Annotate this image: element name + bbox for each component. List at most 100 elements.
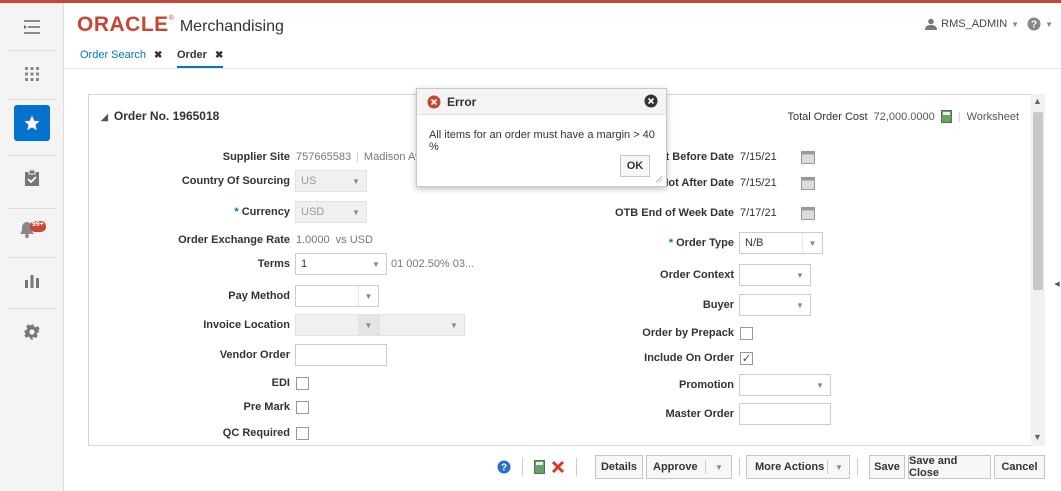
chevron-down-icon[interactable]: ▼ (835, 463, 843, 472)
order-context-label: Order Context (660, 269, 734, 281)
currency-label: * Currency (234, 206, 290, 218)
terms-select[interactable]: 1 ▼ (295, 253, 387, 275)
not-before-value[interactable]: 7/15/21 (740, 151, 777, 163)
details-button[interactable]: Details (595, 455, 643, 479)
buyer-label: Buyer (702, 299, 734, 311)
pre-mark-row: Pre Mark (180, 397, 309, 417)
oracle-logo[interactable]: ORACLE ® Merchandising (77, 13, 284, 37)
svg-text:?: ? (1031, 20, 1037, 31)
approve-button[interactable]: Approve ▼ (646, 455, 732, 479)
calendar-icon[interactable] (800, 206, 815, 220)
exchange-rate-value: 1.0000 (296, 234, 330, 246)
scroll-thumb[interactable] (1033, 112, 1043, 290)
buyer-row: Buyer ▼ (600, 294, 811, 316)
dialog-header: Error (417, 89, 666, 115)
invoice-location-desc-select: ▼ (379, 314, 465, 336)
pre-mark-checkbox[interactable] (296, 400, 309, 414)
pay-method-row: Pay Method ▼ (180, 285, 379, 307)
total-label: Total Order Cost (787, 110, 868, 123)
exchange-rate-label: Order Exchange Rate (178, 234, 290, 246)
calendar-icon[interactable] (800, 150, 815, 164)
star-icon[interactable] (14, 105, 50, 141)
pay-method-select[interactable]: ▼ (295, 285, 379, 307)
close-icon[interactable] (644, 94, 658, 108)
user-name: RMS_ADMIN (941, 18, 1008, 30)
terms-description: 01 002.50% 03... (391, 258, 475, 270)
vertical-scrollbar[interactable]: ▲ ▼ (1031, 94, 1045, 446)
cancel-button[interactable]: Cancel (994, 455, 1045, 479)
dialog-message: All items for an order must have a margi… (429, 129, 655, 153)
order-context-select[interactable]: ▼ (739, 264, 811, 286)
edi-checkbox[interactable] (296, 376, 309, 390)
country-label: Country Of Sourcing (181, 175, 290, 187)
help-icon[interactable]: ? (497, 460, 511, 474)
vendor-order-row: Vendor Order (180, 344, 387, 366)
not-after-value[interactable]: 7/15/21 (740, 177, 777, 189)
edi-row: EDI (180, 373, 309, 393)
save-and-close-button[interactable]: Save and Close (908, 455, 991, 479)
clipboard-check-icon[interactable] (14, 160, 50, 196)
app-name: Merchandising (179, 18, 284, 35)
resize-grip-icon[interactable] (655, 175, 663, 183)
bar-chart-icon[interactable] (14, 262, 50, 298)
chevron-down-icon[interactable]: ▼ (715, 463, 723, 472)
edi-label: EDI (271, 377, 290, 389)
order-by-prepack-checkbox[interactable] (740, 326, 753, 340)
order-status: Worksheet (966, 110, 1019, 123)
invoice-location-select: ▼ (295, 314, 379, 336)
ok-button[interactable]: OK (620, 155, 650, 177)
qc-required-row: QC Required (180, 423, 309, 443)
more-actions-label: More Actions (755, 461, 825, 473)
help-icon[interactable]: ? (1027, 17, 1041, 31)
side-collapse-icon[interactable]: ◀ (1053, 276, 1061, 292)
promotion-select[interactable]: ▼ (739, 374, 831, 396)
app-header: ORACLE ® Merchandising RMS_ADMIN ▼ ? ▼ (64, 3, 1061, 43)
order-type-select[interactable]: N/B ▼ (739, 232, 823, 254)
tab-bar: Order Search ✖ Order ✖ (64, 43, 1061, 69)
calculator-icon[interactable] (940, 110, 952, 123)
gear-icon[interactable] (14, 314, 50, 350)
terms-label: Terms (257, 258, 290, 270)
scroll-up-icon[interactable]: ▲ (1033, 96, 1042, 106)
help-chevron-icon[interactable]: ▼ (1045, 20, 1053, 29)
currency-row: * Currency USD ▼ (180, 201, 367, 223)
calendar-icon[interactable] (800, 176, 815, 190)
user-menu[interactable]: RMS_ADMIN ▼ ? ▼ (925, 17, 1053, 31)
collapse-triangle-icon[interactable]: ◢ (101, 112, 108, 122)
close-icon[interactable]: ✖ (154, 50, 162, 61)
footer-toolbar: ? Details Approve ▼ More Actions ▼ Save … (64, 453, 1061, 483)
more-actions-button[interactable]: More Actions ▼ (746, 455, 850, 479)
currency-select: USD ▼ (295, 201, 367, 223)
logo-text: ORACLE (77, 13, 169, 36)
tab-order-search[interactable]: Order Search ✖ (80, 49, 162, 61)
menu-icon[interactable] (14, 9, 50, 45)
include-on-order-checkbox[interactable]: ✓ (740, 351, 753, 365)
error-icon (427, 95, 441, 109)
total-order-cost: Total Order Cost 72,000.0000 | Worksheet (787, 110, 1019, 123)
delete-x-icon[interactable] (551, 460, 565, 474)
close-icon[interactable]: ✖ (215, 50, 223, 61)
otb-value[interactable]: 7/17/21 (740, 207, 777, 219)
exchange-rate-suffix: vs USD (335, 234, 373, 246)
qc-required-checkbox[interactable] (296, 426, 309, 440)
calculator-icon[interactable] (534, 460, 545, 474)
scroll-down-icon[interactable]: ▼ (1033, 432, 1042, 442)
save-button[interactable]: Save (869, 455, 905, 479)
tab-order[interactable]: Order ✖ (177, 49, 224, 68)
pre-mark-label: Pre Mark (243, 401, 290, 413)
country-row: Country Of Sourcing US ▼ (180, 170, 367, 192)
user-icon (925, 18, 938, 30)
order-type-row: * Order Type N/B ▼ (600, 232, 823, 254)
vendor-order-input[interactable] (295, 344, 387, 366)
svg-text:?: ? (501, 463, 507, 474)
panel-title[interactable]: ◢ Order No. 1965018 (101, 109, 219, 123)
left-nav-rail: 99+ (0, 3, 64, 491)
order-type-label: * Order Type (668, 237, 734, 249)
supplier-site-row: Supplier Site 757665583 | Madison Aven (180, 147, 433, 167)
master-order-input[interactable] (739, 403, 831, 425)
grid-icon[interactable] (14, 56, 50, 92)
buyer-select[interactable]: ▼ (739, 294, 811, 316)
bell-icon[interactable]: 99+ (14, 211, 50, 247)
exchange-rate-row: Order Exchange Rate 1.0000 vs USD (160, 230, 373, 250)
chevron-down-icon: ▼ (1011, 19, 1020, 29)
